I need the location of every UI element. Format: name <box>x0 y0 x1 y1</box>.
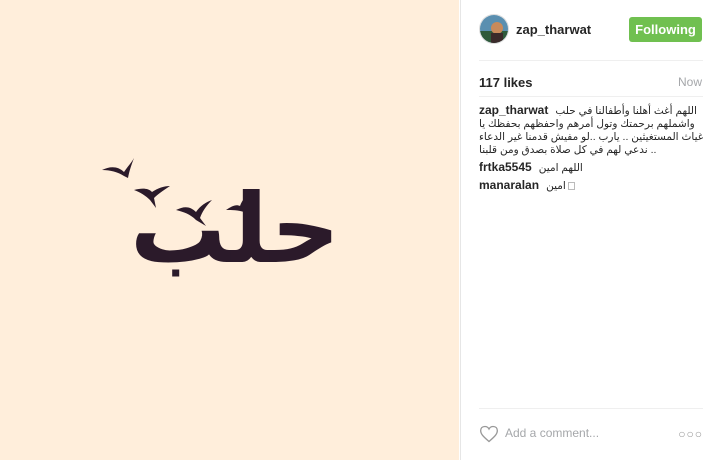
following-button[interactable]: Following <box>629 17 702 42</box>
comment-footer: Add a comment... ○○○ <box>479 424 703 444</box>
more-options-icon[interactable]: ○○○ <box>678 427 703 441</box>
comment-text: امين <box>546 180 566 192</box>
comments-list: zap_tharwat اللهم أغث أهلنا وأطفالنا في … <box>479 104 707 197</box>
heart-icon-svg <box>479 425 499 443</box>
post-viewer: حلب zap_tharwat Following 117 likes Now … <box>0 0 720 460</box>
comment-username[interactable]: frtka5545 <box>479 160 532 174</box>
header-username[interactable]: zap_tharwat <box>516 22 591 37</box>
comment-item: manaralan امين <box>479 179 707 193</box>
post-image[interactable]: حلب <box>0 0 459 460</box>
comment-username[interactable]: manaralan <box>479 178 539 192</box>
calligraphy-text: حلب <box>130 173 340 285</box>
likes-count[interactable]: 117 likes <box>479 75 533 90</box>
emoji-placeholder-icon <box>567 182 575 191</box>
post-sidebar: zap_tharwat Following 117 likes Now zap_… <box>460 0 720 460</box>
add-comment-input[interactable]: Add a comment... <box>505 426 599 440</box>
heart-icon[interactable] <box>479 424 499 444</box>
comment-item: zap_tharwat اللهم أغث أهلنا وأطفالنا في … <box>479 104 707 157</box>
post-time: Now <box>677 75 702 89</box>
stats-divider <box>479 96 703 97</box>
post-header: zap_tharwat Following <box>461 0 720 60</box>
calligraphy-artwork: حلب <box>102 158 340 285</box>
comment-text: اللهم امين <box>538 162 583 174</box>
footer-divider <box>479 408 703 409</box>
avatar-image <box>480 15 508 43</box>
header-divider <box>479 60 703 61</box>
comment-item: frtka5545 اللهم امين <box>479 161 707 175</box>
avatar[interactable] <box>479 14 509 44</box>
comment-username[interactable]: zap_tharwat <box>479 103 548 117</box>
